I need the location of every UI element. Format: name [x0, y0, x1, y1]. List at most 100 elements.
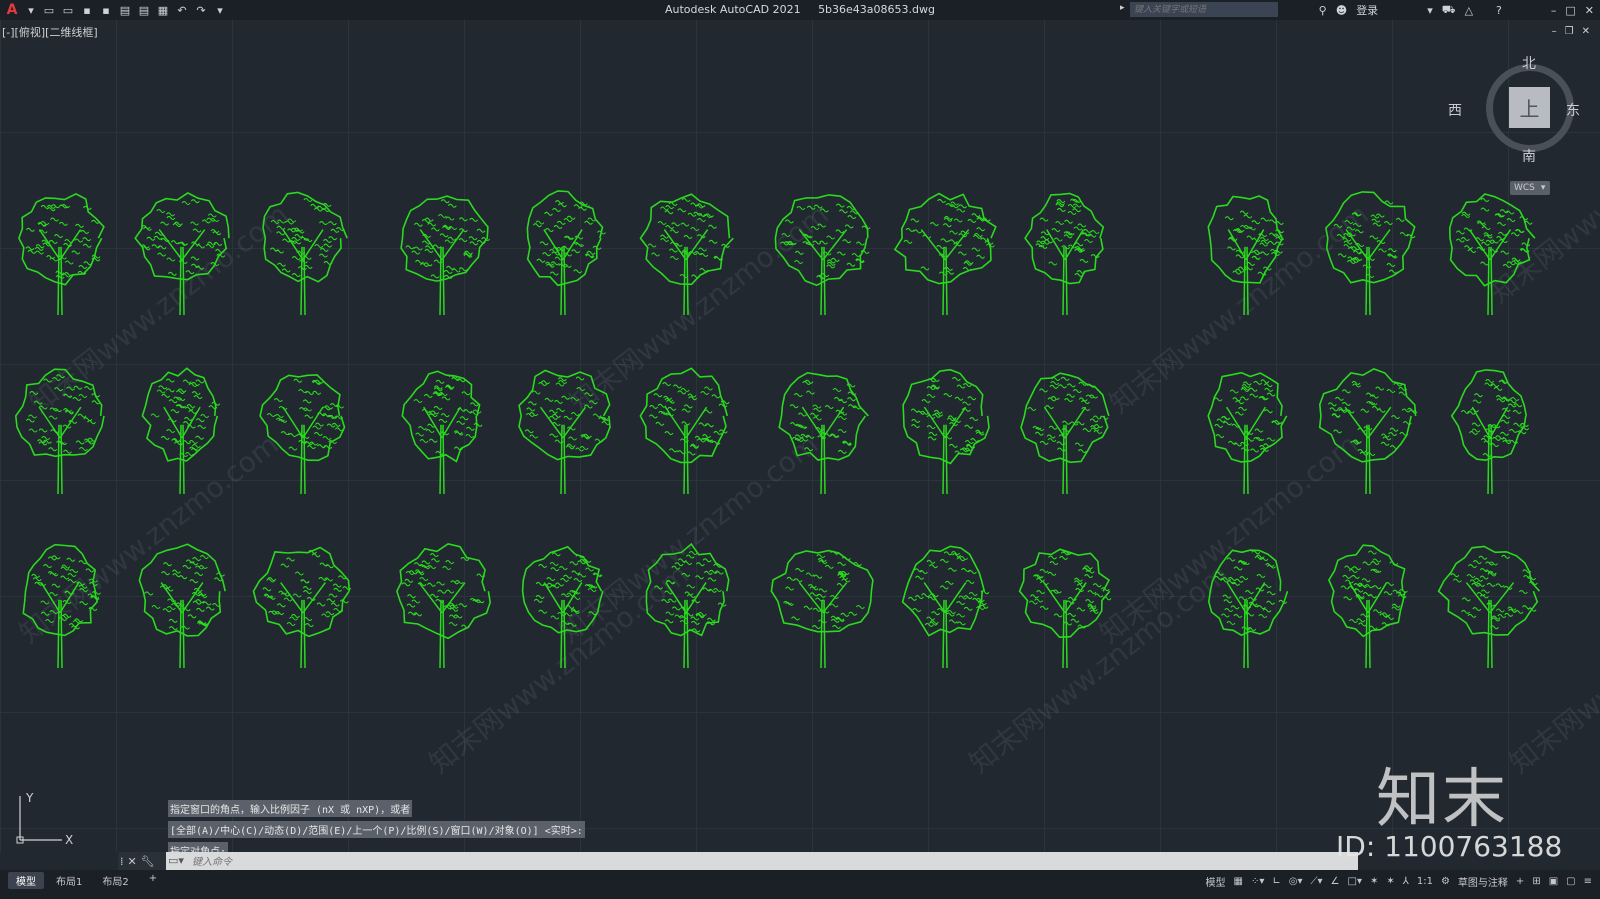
tree-block[interactable]: [770, 549, 874, 669]
tree-block[interactable]: [639, 193, 734, 316]
annotation-scale-icon[interactable]: ⅄: [1403, 876, 1409, 887]
ortho-icon[interactable]: ∟: [1272, 876, 1280, 887]
command-input[interactable]: [190, 853, 1354, 871]
auto-scale-icon[interactable]: ✶: [1386, 876, 1394, 887]
tree-block[interactable]: [259, 374, 346, 495]
command-grip-icon[interactable]: ⁞: [120, 855, 124, 868]
search-input[interactable]: [1130, 2, 1278, 17]
object-snap-tracking-icon[interactable]: ∠: [1331, 876, 1340, 887]
annotation-scale-value[interactable]: 1:1: [1417, 876, 1433, 887]
tree-block[interactable]: [1328, 544, 1408, 669]
command-close-icon[interactable]: ✕: [128, 855, 137, 868]
object-snap-icon[interactable]: □▾: [1348, 876, 1362, 887]
customization-menu-icon[interactable]: ≡: [1584, 876, 1592, 887]
tree-block[interactable]: [901, 545, 990, 669]
tree-block[interactable]: [521, 545, 604, 669]
save-icon[interactable]: ▪: [80, 3, 94, 17]
user-icon[interactable]: ☻: [1336, 4, 1347, 17]
compass-west[interactable]: 西: [1448, 100, 1462, 120]
tree-block[interactable]: [262, 191, 348, 316]
tree-block[interactable]: [778, 371, 869, 495]
redo-icon[interactable]: ↷: [194, 3, 208, 17]
login-button[interactable]: 登录: [1356, 2, 1378, 18]
tree-block[interactable]: [893, 192, 997, 316]
workspace-gear-icon[interactable]: ⚙: [1441, 876, 1450, 887]
plot-preview-icon[interactable]: ▤: [118, 3, 132, 17]
compass-east[interactable]: 东: [1566, 100, 1580, 120]
tree-block[interactable]: [252, 546, 352, 669]
compass-south[interactable]: 南: [1522, 146, 1536, 166]
tree-block[interactable]: [401, 370, 483, 495]
viewcube-top-face[interactable]: 上: [1509, 87, 1550, 128]
undo-icon[interactable]: ↶: [175, 3, 189, 17]
drawing-close-icon[interactable]: ✕: [1582, 26, 1590, 37]
tab-layout1[interactable]: 布局1: [48, 872, 90, 889]
polar-icon[interactable]: ◎▾: [1289, 876, 1303, 887]
search-icon[interactable]: ⚲: [1319, 4, 1327, 17]
login-dropdown-icon[interactable]: ▾: [1427, 4, 1433, 17]
tree-block[interactable]: [141, 367, 221, 495]
drawing-minimize-icon[interactable]: –: [1552, 26, 1557, 37]
tree-block[interactable]: [645, 542, 730, 669]
tree-block[interactable]: [134, 191, 230, 316]
tree-block[interactable]: [18, 193, 105, 316]
recent-commands-icon[interactable]: ▭▾: [168, 854, 184, 867]
drawing-restore-icon[interactable]: ❐: [1565, 26, 1574, 37]
tree-block[interactable]: [639, 367, 730, 495]
search-expand-icon[interactable]: ▸: [1120, 3, 1125, 13]
minimize-icon[interactable]: –: [1551, 4, 1557, 17]
tree-block[interactable]: [1450, 369, 1530, 495]
tree-block[interactable]: [526, 190, 606, 316]
tree-block[interactable]: [1207, 195, 1285, 316]
snap-icon[interactable]: ⁘▾: [1251, 876, 1264, 887]
tree-block[interactable]: [138, 543, 226, 669]
app-menu-button[interactable]: A: [4, 2, 20, 18]
tree-block[interactable]: [400, 195, 491, 316]
tree-block[interactable]: [1318, 368, 1418, 495]
close-icon[interactable]: ✕: [1585, 4, 1594, 17]
command-customize-icon[interactable]: 🔧︎: [141, 855, 155, 868]
tree-block[interactable]: [1325, 191, 1416, 316]
app-menu-dropdown-icon[interactable]: ▾: [24, 3, 38, 17]
status-tools: 模型 ▦ ⁘▾ ∟ ◎▾ ⟋▾ ∠ □▾ ✶ ✶ ⅄ 1:1 ⚙ 草图与注释 +…: [1206, 874, 1593, 889]
tree-block[interactable]: [22, 543, 101, 669]
cart-icon[interactable]: ⛟: [1442, 3, 1456, 18]
customize-qat-icon[interactable]: ▾: [213, 3, 227, 17]
annotation-visibility-icon[interactable]: ✶: [1370, 876, 1378, 887]
new-file-icon[interactable]: ▭: [42, 3, 56, 17]
clean-screen-icon[interactable]: ▢: [1566, 876, 1575, 887]
autodesk-app-icon[interactable]: △: [1465, 4, 1473, 17]
tree-block[interactable]: [774, 194, 871, 316]
grid-icon[interactable]: ▦: [1234, 876, 1243, 887]
tab-layout2[interactable]: 布局2: [94, 872, 136, 889]
tree-block[interactable]: [902, 368, 990, 495]
tree-block[interactable]: [1024, 192, 1105, 316]
tree-block[interactable]: [396, 542, 492, 669]
help-icon[interactable]: ?: [1496, 4, 1502, 17]
add-layout-button[interactable]: +: [141, 872, 165, 889]
tree-block[interactable]: [1437, 545, 1541, 669]
tree-block[interactable]: [14, 368, 105, 495]
tree-block[interactable]: [518, 369, 611, 495]
tree-block[interactable]: [1207, 371, 1288, 495]
compass-north[interactable]: 北: [1522, 53, 1536, 73]
wcs-menu[interactable]: WCS ▾: [1510, 181, 1550, 195]
isodraft-icon[interactable]: ⟋▾: [1311, 876, 1323, 887]
tree-block[interactable]: [1448, 193, 1536, 316]
tab-model[interactable]: 模型: [8, 872, 44, 889]
annotation-monitor-icon[interactable]: +: [1516, 876, 1524, 887]
model-space-button[interactable]: 模型: [1206, 874, 1226, 889]
tree-block[interactable]: [1018, 548, 1112, 669]
quick-properties-icon[interactable]: ▣: [1549, 876, 1558, 887]
print-icon[interactable]: ▦: [156, 3, 170, 17]
save-as-icon[interactable]: ▪: [99, 3, 113, 17]
publish-icon[interactable]: ▤: [137, 3, 151, 17]
tree-block[interactable]: [1207, 549, 1289, 669]
tree-block[interactable]: [1020, 372, 1110, 495]
open-file-icon[interactable]: ▭: [61, 3, 75, 17]
workspace-switch[interactable]: 草图与注释: [1458, 874, 1508, 889]
viewcube[interactable]: 上 北 南 东 西: [1448, 56, 1580, 165]
viewport-controls-label[interactable]: [-][俯视][二维线框]: [2, 24, 98, 40]
maximize-icon[interactable]: □: [1565, 4, 1575, 17]
units-icon[interactable]: ⊞: [1532, 876, 1540, 887]
